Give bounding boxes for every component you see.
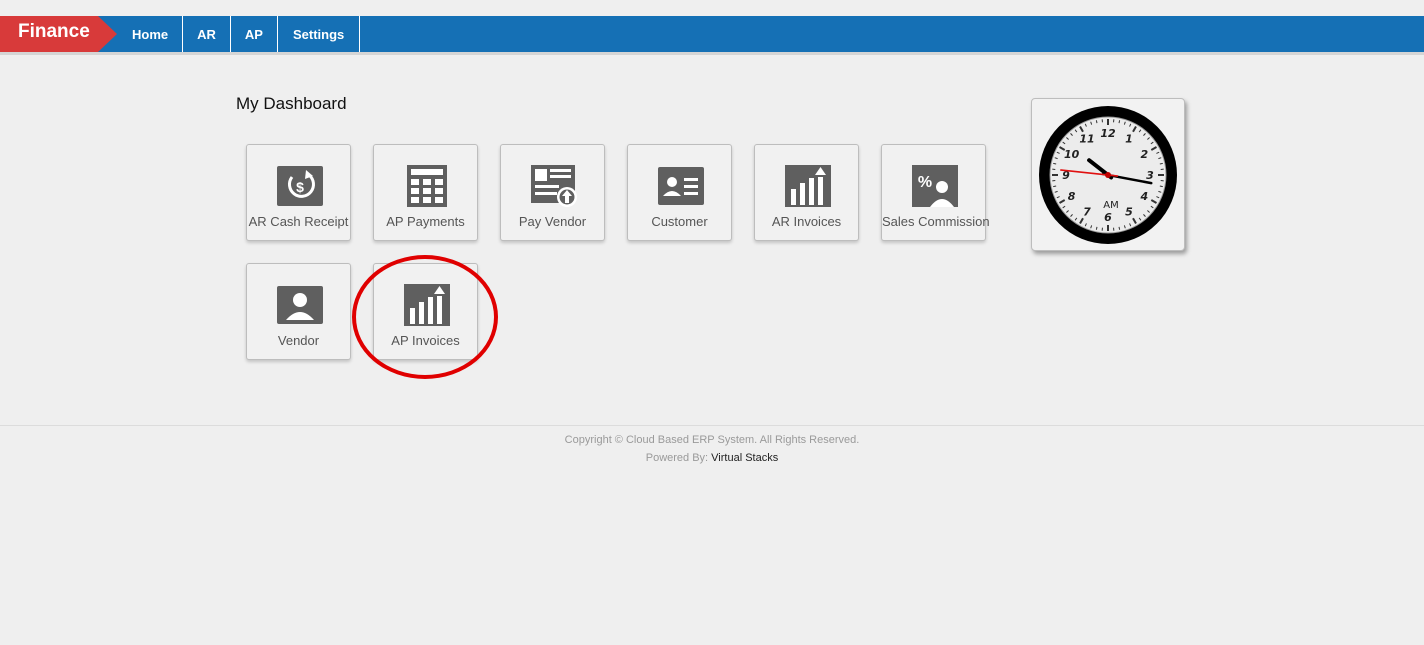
tile-label: AR Cash Receipt [248,214,349,229]
tile-vendor[interactable]: Vendor [246,263,351,360]
tile-sales-commission[interactable]: % Sales Commission [881,144,990,241]
footer-powered-by: Powered By: Virtual Stacks [0,452,1424,464]
tile-label: AR Invoices [771,214,842,229]
sales-commission-icon: % [912,165,958,207]
clock-number: 10 [1064,148,1080,161]
footer-copyright: Copyright © Cloud Based ERP System. All … [564,434,860,446]
top-navigation-bar: Finance Home AR AP Settings [0,16,1424,55]
nav-ap[interactable]: AP [231,16,278,52]
clock-number: 6 [1104,211,1112,224]
tile-ap-invoices[interactable]: AP Invoices [373,263,478,360]
clock-number: 11 [1079,133,1094,146]
footer-divider [0,425,1424,426]
page-title: My Dashboard [236,94,347,113]
brand-logo[interactable]: Finance [0,16,118,52]
tile-label: AP Invoices [391,333,460,348]
powered-by-label: Powered By: [645,452,712,464]
clock-number: 12 [1100,127,1116,140]
tile-ar-cash-receipt[interactable]: $ AR Cash Receipt [246,144,351,241]
tile-pay-vendor[interactable]: Pay Vendor [500,144,605,241]
clock-face: 12 1234567891011 AM [1039,106,1177,244]
tile-label: Vendor [277,333,320,348]
clock-number: 1 [1125,133,1133,146]
svg-text:$: $ [296,179,304,195]
clock-number: 4 [1140,190,1149,203]
tile-ar-invoices[interactable]: AR Invoices [754,144,859,241]
clock-number: 5 [1125,205,1133,218]
bar-chart-icon [404,284,450,326]
clock-tick [1118,226,1121,230]
clock-number: 2 [1141,148,1149,161]
customer-card-icon [658,167,704,205]
analog-clock-widget: 12 1 2 3 4 5 6 7 8 9 10 11 AM [1031,98,1185,251]
vendor-icon [277,286,323,324]
clock-tick [1053,162,1057,165]
tile-label: Sales Commission [882,214,990,229]
calculator-icon [407,165,447,207]
clock-tick [1159,185,1163,188]
tile-customer[interactable]: Customer [627,144,732,241]
tile-label: AP Payments [386,214,465,229]
brand-label: Finance [18,21,90,42]
nav-settings[interactable]: Settings [278,16,361,52]
nav-ar[interactable]: AR [183,16,231,52]
clock-tick [1159,162,1163,165]
tile-label: Customer [651,214,708,229]
powered-by-link[interactable]: Virtual Stacks [711,452,778,464]
tile-label: Pay Vendor [518,214,587,229]
svg-text:%: % [918,174,932,191]
clock-tick [1095,120,1098,124]
clock-tick [1118,120,1121,124]
main-nav: Home AR AP Settings [117,16,361,52]
tile-ap-payments[interactable]: AP Payments [373,144,478,241]
nav-home[interactable]: Home [117,16,184,52]
clock-number: 7 [1083,205,1091,218]
bar-chart-icon [785,165,831,207]
pay-vendor-icon [531,165,577,207]
cash-receipt-icon: $ [277,166,323,206]
clock-number: 8 [1068,190,1076,203]
clock-tick [1095,226,1098,230]
clock-meridiem: AM [1103,200,1118,211]
clock-number: 3 [1146,169,1154,182]
clock-tick [1053,185,1057,188]
